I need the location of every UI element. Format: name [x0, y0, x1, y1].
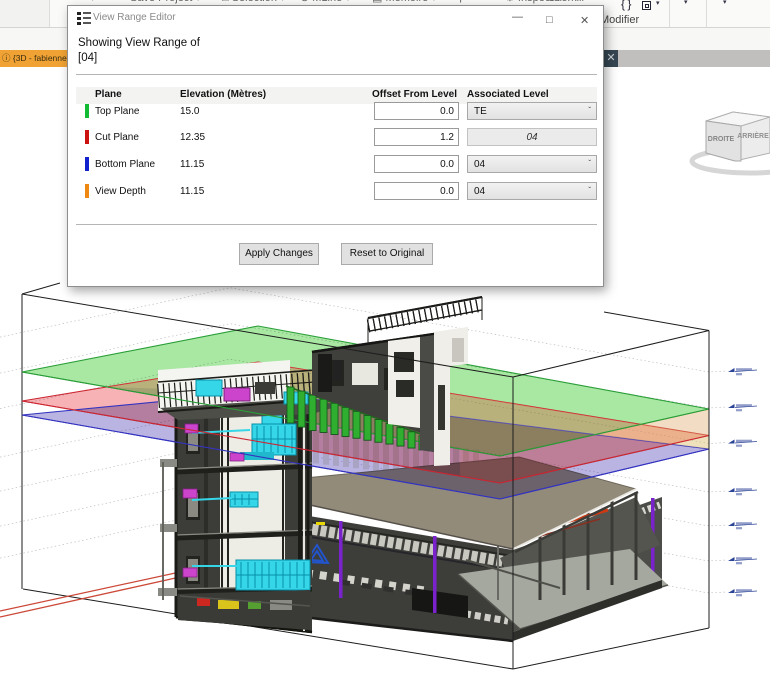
svg-text:ARRIÈRE: ARRIÈRE [737, 131, 769, 140]
svg-text:DROITE: DROITE [708, 136, 735, 143]
